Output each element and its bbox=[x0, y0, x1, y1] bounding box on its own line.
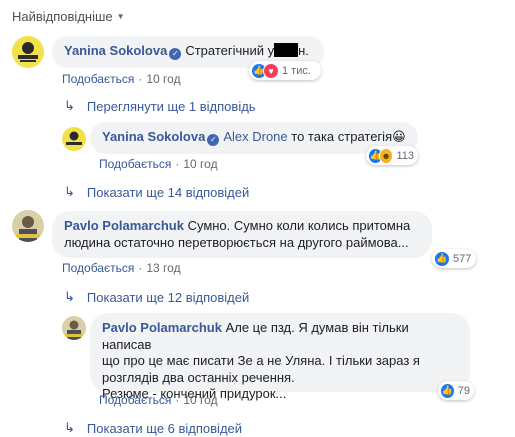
like-icon: 👍 bbox=[434, 250, 450, 267]
timestamp[interactable]: 10 год bbox=[183, 393, 217, 407]
comment-text: розглядів два останніх речення. bbox=[102, 369, 295, 385]
comment-actions: Подобається · 10 год bbox=[62, 72, 181, 86]
separator-dot: · bbox=[138, 72, 143, 86]
comment-bubble: Pavlo Polamarchuk Але це пзд. Я думав ві… bbox=[90, 313, 470, 401]
reaction-summary[interactable]: 👍 577 bbox=[432, 249, 476, 268]
avatar[interactable] bbox=[12, 210, 44, 242]
avatar[interactable] bbox=[62, 316, 86, 340]
comment-text: то така стратегія bbox=[291, 129, 393, 144]
timestamp[interactable]: 10 год bbox=[183, 157, 217, 171]
view-more-label: Переглянути ще 1 відповідь bbox=[86, 98, 256, 114]
timestamp[interactable]: 13 год bbox=[146, 261, 180, 275]
verified-icon: ✓ bbox=[207, 134, 220, 146]
comment-author[interactable]: Pavlo Polamarchuk bbox=[102, 320, 222, 335]
separator-dot: · bbox=[175, 393, 180, 407]
emoji: 😀 bbox=[392, 129, 406, 144]
separator-dot: · bbox=[175, 157, 180, 171]
love-icon: ♥ bbox=[263, 62, 279, 79]
separator-dot: · bbox=[138, 261, 143, 275]
comment-bubble: Pavlo Polamarchuk Сумно. Сумно коли коли… bbox=[52, 211, 432, 258]
comment-text: Сумно. Сумно коли колись притомна bbox=[187, 218, 411, 233]
reaction-count: 1 тис. bbox=[282, 64, 311, 77]
view-more-replies-link[interactable]: ↳ Переглянути ще 1 відповідь bbox=[64, 98, 256, 114]
mention-link[interactable]: Alex Drone bbox=[223, 129, 287, 144]
reaction-summary[interactable]: 👍 79 bbox=[438, 381, 474, 400]
verified-icon: ✓ bbox=[169, 48, 182, 60]
comment-actions: Подобається · 13 год bbox=[62, 261, 181, 275]
like-link[interactable]: Подобається bbox=[99, 157, 171, 171]
avatar-pavlo-icon bbox=[62, 316, 86, 340]
show-more-label: Показати ще 6 відповідей bbox=[86, 420, 243, 436]
comment-actions: Подобається · 10 год bbox=[99, 157, 218, 171]
sort-dropdown[interactable]: Найвідповідніше ▼ bbox=[12, 9, 125, 24]
reaction-count: 79 bbox=[457, 384, 470, 397]
avatar-yanina-icon bbox=[12, 36, 44, 68]
reply-arrow-icon: ↳ bbox=[64, 289, 75, 304]
comment-text-tail: н. bbox=[298, 43, 309, 58]
comment-author[interactable]: Yanina Sokolova bbox=[102, 129, 205, 144]
like-link[interactable]: Подобається bbox=[99, 393, 171, 407]
chevron-down-icon: ▼ bbox=[116, 12, 125, 21]
like-link[interactable]: Подобається bbox=[62, 72, 134, 86]
comment-text: Стратегічний у bbox=[185, 43, 275, 58]
reply-arrow-icon: ↳ bbox=[64, 98, 75, 113]
reaction-count: 113 bbox=[396, 149, 414, 162]
timestamp[interactable]: 10 год bbox=[146, 72, 180, 86]
comment-text: людина остаточно перетворюється на друго… bbox=[64, 234, 409, 250]
reaction-summary[interactable]: 👍 ☻ 113 bbox=[366, 146, 418, 165]
sort-label: Найвідповідніше bbox=[12, 9, 113, 24]
show-more-replies-link[interactable]: ↳ Показати ще 12 відповідей bbox=[64, 289, 249, 305]
show-more-label: Показати ще 14 відповідей bbox=[86, 184, 250, 200]
avatar[interactable] bbox=[62, 127, 86, 151]
avatar-yanina-icon bbox=[62, 127, 86, 151]
avatar[interactable] bbox=[12, 36, 44, 68]
reaction-summary[interactable]: 👍 ♥ 1 тис. bbox=[249, 61, 321, 80]
redaction-block bbox=[274, 43, 299, 57]
avatar-pavlo-icon bbox=[12, 210, 44, 242]
like-icon: 👍 bbox=[440, 382, 455, 399]
reply-arrow-icon: ↳ bbox=[64, 184, 75, 199]
show-more-replies-link[interactable]: ↳ Показати ще 14 відповідей bbox=[64, 184, 249, 200]
show-more-replies-link[interactable]: ↳ Показати ще 6 відповідей bbox=[64, 420, 242, 436]
like-link[interactable]: Подобається bbox=[62, 261, 134, 275]
show-more-label: Показати ще 12 відповідей bbox=[86, 289, 250, 305]
comment-author[interactable]: Pavlo Polamarchuk bbox=[64, 218, 184, 233]
comment-actions: Подобається · 10 год bbox=[99, 393, 218, 407]
comment-text: що про це має писати Зе а не Уляна. І ті… bbox=[102, 353, 420, 368]
comment-author[interactable]: Yanina Sokolova bbox=[64, 43, 167, 58]
haha-icon: ☻ bbox=[378, 147, 394, 164]
reaction-count: 577 bbox=[453, 252, 472, 265]
reply-arrow-icon: ↳ bbox=[64, 420, 75, 435]
